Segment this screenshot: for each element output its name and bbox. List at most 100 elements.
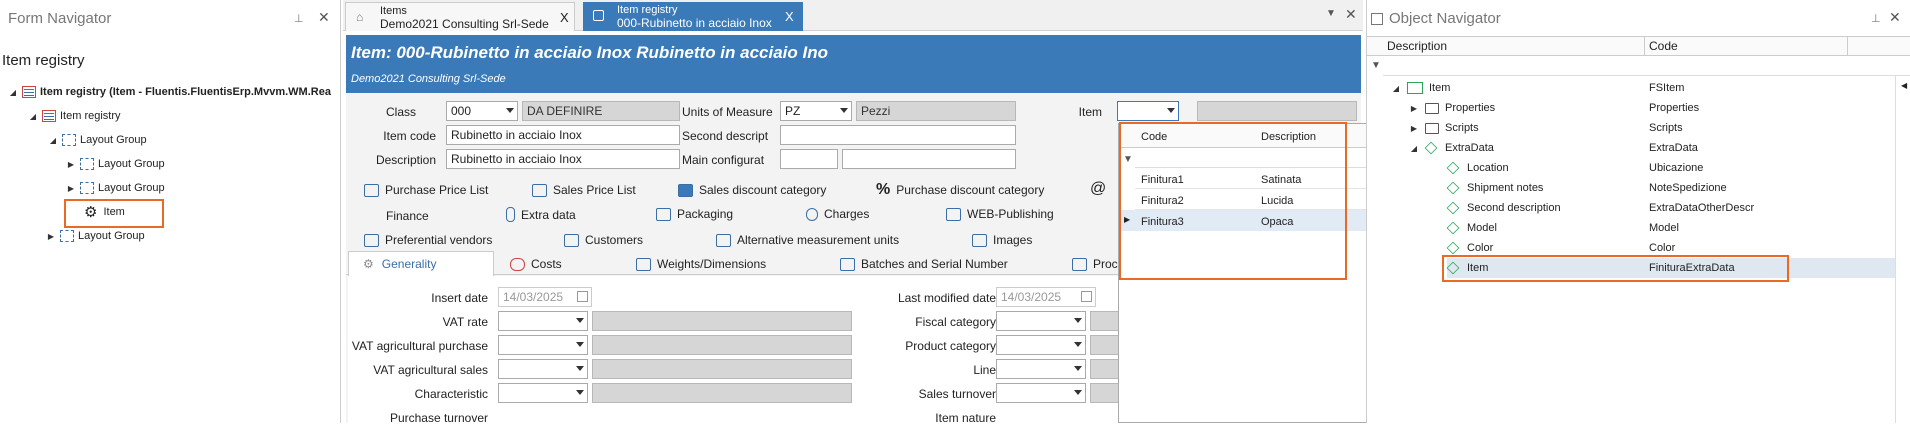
product-category-select[interactable] [996, 335, 1086, 355]
preferential-vendors-button[interactable]: Preferential vendors [364, 233, 492, 247]
tab-label: Costs [531, 257, 562, 271]
tree-node-root[interactable]: ◢ Item registry (Item - Fluentis.Fluenti… [8, 82, 332, 102]
tab-costs[interactable]: Costs [510, 257, 562, 271]
tab-dropdown-icon[interactable]: ▼ [1326, 8, 1336, 19]
grid-scrollbar[interactable]: ◀ [1895, 76, 1910, 423]
chevron-down-icon[interactable] [1074, 318, 1082, 323]
main-configuration-field[interactable] [780, 149, 838, 169]
alternative-measurement-units-button[interactable]: Alternative measurement units [716, 233, 899, 247]
tree-node-label: Layout Group [98, 182, 165, 194]
tree-row-shipment-notes[interactable]: Shipment notes NoteSpedizione [1446, 178, 1897, 198]
characteristic-select[interactable] [498, 383, 588, 403]
tree-row-location[interactable]: Location Ubicazione [1446, 158, 1897, 178]
sales-discount-category-button[interactable]: Sales discount category [678, 183, 826, 197]
web-publishing-button[interactable]: WEB-Publishing [946, 207, 1054, 221]
description-field[interactable]: Rubinetto in acciaio Inox [446, 149, 680, 169]
pin-icon[interactable]: ⊥ [294, 12, 304, 25]
layout-group-icon [62, 134, 76, 146]
coins-icon [510, 257, 525, 271]
tree-node-layout-group[interactable]: ▶ Layout Group [66, 178, 165, 198]
expand-icon[interactable]: ▶ [46, 232, 56, 241]
tree-row-extradata[interactable]: ◢ ExtraData ExtraData [1409, 138, 1889, 158]
chevron-down-icon[interactable] [576, 390, 584, 395]
tree-row-properties[interactable]: ▶ Properties Properties [1409, 98, 1889, 118]
chevron-down-icon[interactable] [1167, 108, 1175, 113]
column-header-description[interactable]: Description [1387, 39, 1447, 53]
vat-rate-select[interactable] [498, 311, 588, 331]
sales-price-list-button[interactable]: Sales Price List [532, 183, 636, 197]
scroll-left-icon[interactable]: ◀ [1901, 81, 1907, 90]
item-code-field[interactable]: Rubinetto in acciaio Inox [446, 125, 680, 145]
tree-node-layout-group[interactable]: ◢ Layout Group [48, 130, 147, 150]
chevron-down-icon[interactable] [840, 108, 848, 113]
expand-icon[interactable]: ▶ [1409, 124, 1419, 133]
chevron-down-icon[interactable] [576, 342, 584, 347]
chevron-down-icon[interactable] [506, 108, 514, 113]
button-label: Purchase discount category [896, 183, 1045, 197]
cube-icon [1446, 201, 1460, 215]
images-button[interactable]: Images [972, 233, 1032, 247]
button-label: WEB-Publishing [967, 207, 1054, 221]
tree-node-layout-group[interactable]: ▶ Layout Group [66, 154, 165, 174]
tab-item-registry[interactable]: Item registry 000-Rubinetto in acciaio I… [583, 2, 803, 31]
tab-items[interactable]: ⌂ Items Demo2021 Consulting Srl-Sede X [345, 2, 575, 31]
tab-proc[interactable]: Proc [1072, 257, 1118, 271]
close-all-icon[interactable]: ✕ [1345, 6, 1357, 23]
expand-icon[interactable]: ▶ [66, 184, 76, 193]
tab-close-icon[interactable]: X [785, 9, 794, 24]
chevron-down-icon[interactable] [1074, 390, 1082, 395]
column-header-code[interactable]: Code [1649, 39, 1678, 53]
finance-button[interactable]: Finance [386, 209, 429, 223]
second-description-field[interactable] [780, 125, 1016, 145]
line-select[interactable] [996, 359, 1086, 379]
uom-select[interactable]: PZ [780, 101, 852, 121]
characteristic-label: Characteristic [414, 387, 488, 401]
chevron-down-icon[interactable] [1074, 366, 1082, 371]
purchase-discount-category-button[interactable]: % Purchase discount category [876, 181, 1044, 199]
extra-data-button[interactable]: Extra data [506, 207, 576, 222]
collapse-icon[interactable]: ◢ [1391, 84, 1401, 93]
packaging-button[interactable]: Packaging [656, 207, 733, 221]
chevron-down-icon[interactable] [1074, 342, 1082, 347]
tree-row-model[interactable]: Model Model [1446, 218, 1897, 238]
calendar-icon[interactable] [577, 291, 588, 302]
cube-icon [1446, 241, 1460, 255]
cell-description: Scripts [1445, 122, 1479, 134]
collapse-icon[interactable]: ◢ [1409, 144, 1419, 153]
tab-batches-serial[interactable]: Batches and Serial Number [840, 257, 1008, 271]
panel-title-text: Object Navigator [1389, 10, 1501, 27]
class-select[interactable]: 000 [446, 101, 518, 121]
pin-icon[interactable]: ⊥ [1871, 12, 1881, 25]
close-icon[interactable]: ✕ [1889, 9, 1901, 26]
tree-node-item-registry[interactable]: ◢ Item registry [28, 106, 121, 126]
collapse-icon[interactable]: ◢ [28, 112, 38, 121]
vat-agri-purchase-select[interactable] [498, 335, 588, 355]
calendar-icon[interactable] [1081, 291, 1092, 302]
filter-row[interactable] [1383, 56, 1910, 76]
tab-weights-dimensions[interactable]: Weights/Dimensions [636, 257, 766, 271]
collapse-icon[interactable]: ◢ [8, 88, 18, 97]
close-icon[interactable]: ✕ [318, 9, 330, 26]
form-navigator-panel: Form Navigator ⊥ ✕ Item registry ◢ Item … [0, 0, 341, 423]
filter-icon[interactable]: ▼ [1371, 60, 1381, 71]
at-icon[interactable]: @ [1090, 180, 1106, 198]
charges-button[interactable]: Charges [806, 207, 869, 221]
item-select[interactable] [1117, 101, 1179, 121]
expand-icon[interactable]: ▶ [66, 160, 76, 169]
purchase-price-list-button[interactable]: Purchase Price List [364, 183, 488, 197]
tree-row-second-description[interactable]: Second description ExtraDataOtherDescr [1446, 198, 1897, 218]
sales-turnover-select[interactable] [996, 383, 1086, 403]
expand-icon[interactable]: ▶ [1409, 104, 1419, 113]
tree-node-layout-group[interactable]: ▶ Layout Group [46, 226, 145, 246]
customers-button[interactable]: Customers [564, 233, 643, 247]
tab-close-icon[interactable]: X [560, 10, 569, 25]
tab-generality[interactable]: ⚙ Generality [348, 251, 494, 276]
tree-row-item[interactable]: ◢ Item FSItem [1391, 78, 1871, 98]
coins-icon [806, 207, 818, 221]
chevron-down-icon[interactable] [576, 318, 584, 323]
collapse-icon[interactable]: ◢ [48, 136, 58, 145]
chevron-down-icon[interactable] [576, 366, 584, 371]
fiscal-category-select[interactable] [996, 311, 1086, 331]
tree-row-scripts[interactable]: ▶ Scripts Scripts [1409, 118, 1889, 138]
vat-agri-sales-select[interactable] [498, 359, 588, 379]
